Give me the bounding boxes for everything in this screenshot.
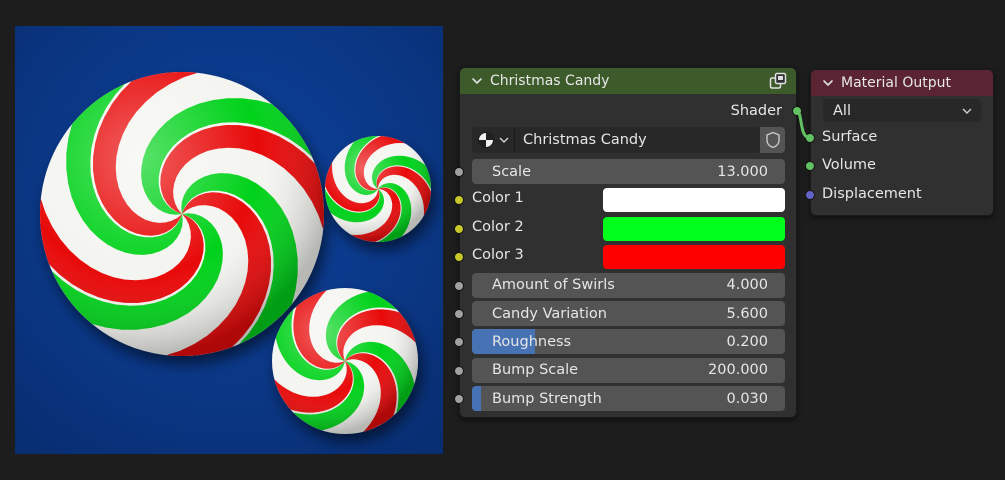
input-socket[interactable]	[454, 280, 464, 291]
input-socket[interactable]	[454, 309, 464, 319]
slider-fill	[472, 386, 482, 412]
slider-value: 200.000	[708, 362, 768, 379]
node-header[interactable]: Christmas Candy	[460, 68, 796, 94]
node-title: Christmas Candy	[490, 73, 610, 89]
slider-value: 4.000	[726, 277, 768, 294]
chevron-down-icon	[962, 108, 972, 114]
node-header[interactable]: Material Output	[811, 70, 993, 96]
slider-label: Bump Strength	[492, 390, 602, 407]
input-socket[interactable]	[454, 252, 464, 263]
input-socket[interactable]	[454, 223, 464, 234]
value-slider[interactable]: Roughness 0.200	[472, 329, 785, 355]
slider-label: Amount of Swirls	[492, 277, 615, 294]
slider-value: 0.030	[726, 390, 768, 407]
slider-label: Candy Variation	[492, 305, 607, 322]
node-group-name[interactable]: Christmas Candy	[523, 132, 647, 148]
slider-value: 0.200	[726, 333, 768, 350]
shader-output-label: Shader	[730, 103, 782, 119]
node-group-icon[interactable]	[769, 72, 787, 90]
christmas-candy-node[interactable]: Christmas Candy Shader Christmas Candy S…	[454, 67, 802, 418]
chevron-down-icon[interactable]	[470, 74, 484, 88]
value-slider[interactable]: Scale 13.000	[472, 159, 785, 184]
slider-label: Bump Scale	[492, 362, 579, 379]
chevron-down-icon	[499, 137, 509, 143]
shield-icon	[765, 131, 780, 149]
slider-label: Roughness	[492, 333, 572, 350]
shader-type-icon	[478, 132, 494, 148]
displacement-input-socket[interactable]	[805, 190, 815, 200]
material-output-node[interactable]: Material Output All Surface Volume Displ…	[805, 69, 994, 216]
color-input-label: Color 1	[472, 190, 524, 207]
input-socket[interactable]	[454, 195, 464, 206]
value-slider[interactable]: Bump Strength 0.030	[472, 386, 785, 412]
input-socket[interactable]	[454, 394, 464, 405]
chevron-down-icon[interactable]	[821, 76, 835, 90]
render-preview	[15, 26, 443, 454]
value-slider[interactable]: Bump Scale 200.000	[472, 357, 785, 383]
color-input-label: Color 3	[472, 247, 524, 264]
color-swatch[interactable]	[603, 245, 785, 270]
node-title: Material Output	[841, 75, 951, 91]
fake-user-button[interactable]	[760, 127, 785, 153]
color-swatch[interactable]	[603, 188, 785, 213]
color-input-label: Color 2	[472, 218, 524, 235]
slider-label: Scale	[492, 163, 532, 180]
input-socket[interactable]	[454, 337, 464, 348]
input-socket[interactable]	[454, 167, 464, 177]
slider-value: 13.000	[717, 163, 768, 180]
volume-input-label: Volume	[822, 157, 876, 173]
surface-input-label: Surface	[822, 129, 878, 145]
input-socket[interactable]	[454, 365, 464, 376]
node-group-selector[interactable]: Christmas Candy	[472, 127, 760, 153]
slider-value: 5.600	[726, 305, 768, 322]
target-dropdown[interactable]: All	[823, 99, 981, 122]
value-slider[interactable]: Candy Variation 5.600	[472, 301, 785, 326]
surface-input-socket[interactable]	[805, 133, 815, 143]
color-swatch[interactable]	[603, 216, 785, 241]
target-value: All	[833, 102, 851, 119]
volume-input-socket[interactable]	[805, 161, 815, 171]
displacement-input-label: Displacement	[822, 186, 922, 202]
value-slider[interactable]: Amount of Swirls 4.000	[472, 272, 785, 298]
shader-output-socket[interactable]	[792, 106, 802, 116]
